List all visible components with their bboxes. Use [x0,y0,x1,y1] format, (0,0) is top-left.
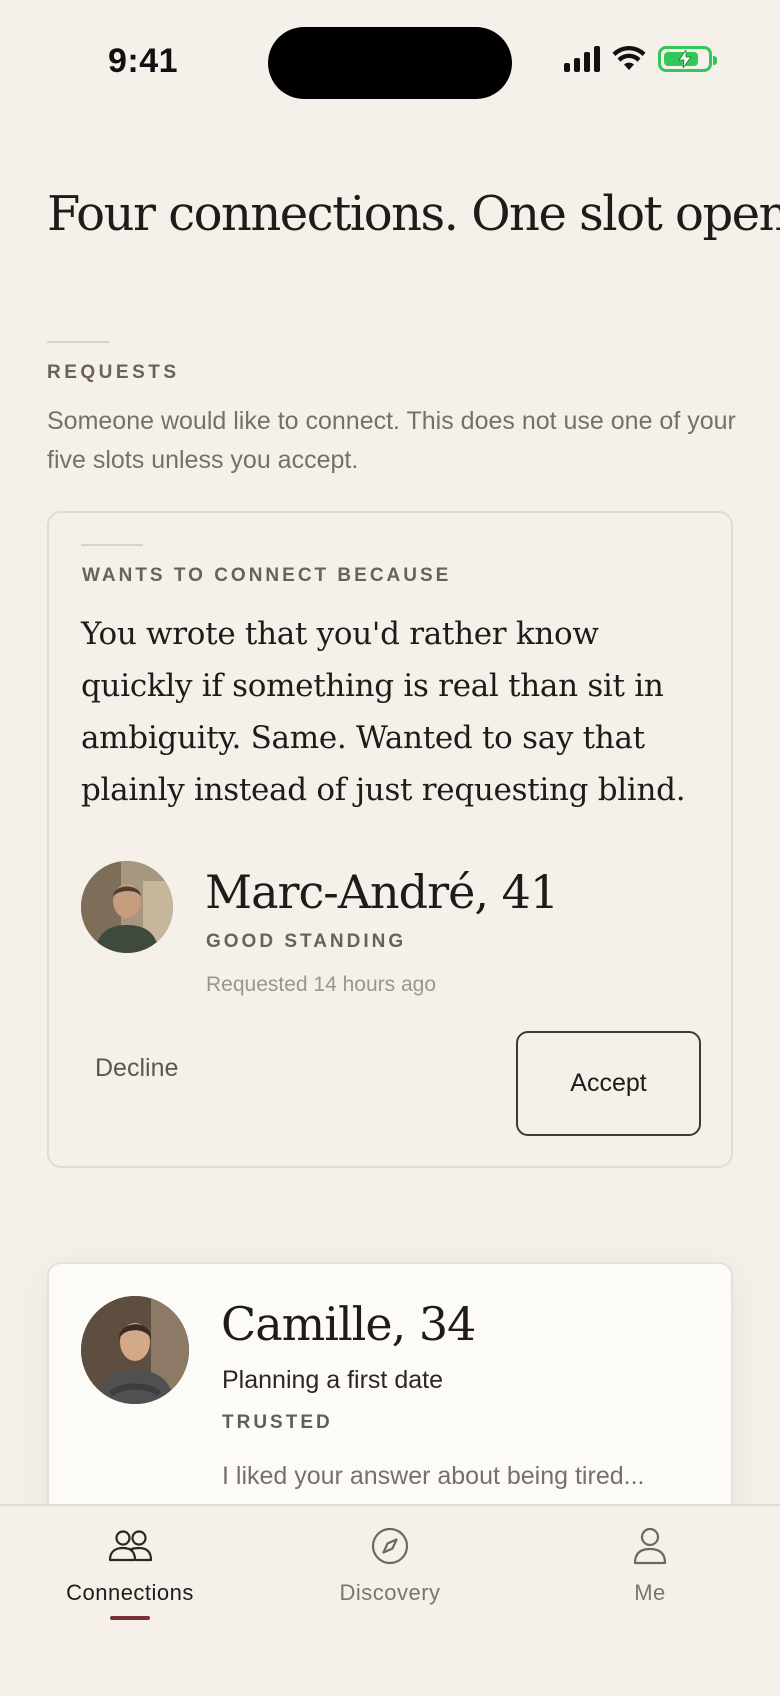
wifi-icon [612,46,646,70]
card-divider [81,544,143,546]
page-title: Four connections. One slot open. [47,186,780,242]
connection-status: Planning a first date [222,1366,443,1394]
message-preview: I liked your answer about being tired... [222,1462,645,1490]
people-icon [108,1530,153,1562]
section-divider [47,341,109,343]
tab-bar: Connections Discovery Me [0,1504,780,1696]
tab-discovery[interactable]: Discovery [290,1524,490,1606]
dynamic-island [268,27,512,99]
trust-badge: TRUSTED [222,1412,333,1433]
connection-name: Camille, 34 [221,1297,476,1351]
status-bar: 9:41 [0,0,780,130]
request-reason-label: WANTS TO CONNECT BECAUSE [82,565,452,586]
avatar[interactable] [81,861,173,953]
decline-button[interactable]: Decline [95,1038,178,1098]
requests-description: Someone would like to connect. This does… [47,407,736,474]
tab-label: Connections [66,1580,194,1605]
avatar[interactable] [81,1296,189,1404]
tab-me[interactable]: Me [550,1524,750,1606]
requester-name: Marc-André, 41 [205,865,559,919]
standing-badge: GOOD STANDING [206,931,407,952]
requests-section-label: REQUESTS [47,362,180,383]
status-time: 9:41 [108,42,179,80]
tab-connections[interactable]: Connections [30,1524,230,1620]
active-tab-indicator [110,1616,150,1620]
person-icon [633,1527,667,1565]
tab-label: Discovery [339,1580,441,1605]
cellular-signal-icon [564,46,600,72]
tab-label: Me [634,1580,666,1605]
battery-charging-icon [658,46,717,72]
accept-button[interactable]: Accept [516,1031,701,1136]
request-timestamp: Requested 14 hours ago [206,973,437,996]
status-icons [564,46,717,72]
connection-request-card: WANTS TO CONNECT BECAUSE You wrote that … [47,511,733,1168]
compass-icon [371,1527,409,1565]
request-message: You wrote that you'd rather know quickly… [81,616,686,808]
